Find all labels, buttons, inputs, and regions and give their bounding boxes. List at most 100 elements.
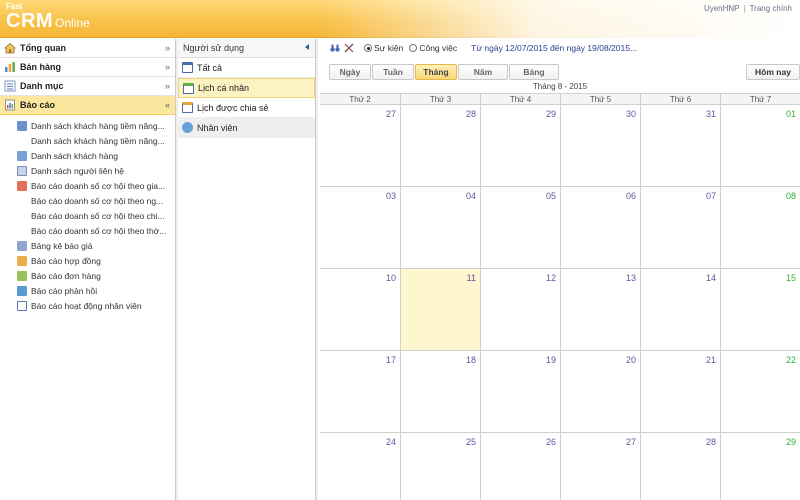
- report-item-label: Báo cáo doanh số cơ hội theo thờ...: [31, 225, 167, 236]
- calendar-day-cell[interactable]: 11: [400, 269, 480, 350]
- activity-icon: [17, 300, 27, 311]
- calendar-day-cell[interactable]: 28: [400, 105, 480, 186]
- calendar-day-cell[interactable]: 03: [320, 187, 400, 268]
- report-item[interactable]: Bảng kê báo giá: [0, 238, 175, 253]
- calendar-day-cell[interactable]: 21: [640, 351, 720, 432]
- calendar-day-cell[interactable]: 24: [320, 433, 400, 500]
- calendar-filter-all[interactable]: Tất cả: [178, 58, 315, 78]
- today-button[interactable]: Hôm nay: [746, 64, 800, 80]
- weekday-label: Thứ 4: [480, 94, 560, 104]
- sidebar-item-reports[interactable]: Báo cáo «: [0, 96, 175, 115]
- user-panel: Người sử dụng Tất cả Lịch cá nhân Lịch đ…: [178, 39, 316, 500]
- view-week-button[interactable]: Tuần: [372, 64, 414, 80]
- report-item[interactable]: Báo cáo doanh số cơ hội theo gia...: [0, 178, 175, 193]
- user-link[interactable]: UyenHNP: [704, 4, 740, 13]
- calendar-week-row: 10 11 12 13 14 15: [320, 269, 800, 351]
- calendar-day-cell[interactable]: 19: [480, 351, 560, 432]
- calendar-day-cell[interactable]: 29: [720, 433, 800, 500]
- calendar-filter-label: Nhân viên: [197, 122, 238, 133]
- chevron-down-icon[interactable]: »: [165, 43, 170, 53]
- calendar-day-cell[interactable]: 08: [720, 187, 800, 268]
- weekday-label: Thứ 7: [720, 94, 800, 104]
- top-links: UyenHNP | Trang chính: [704, 4, 792, 13]
- month-title: Tháng 8 - 2015: [532, 82, 588, 91]
- tools-icon[interactable]: [344, 43, 354, 53]
- report-item[interactable]: Báo cáo doanh số cơ hội theo ng...: [0, 193, 175, 208]
- report-item[interactable]: Danh sách khách hàng tiềm năng...: [0, 118, 175, 133]
- date-range-link[interactable]: Từ ngày 12/07/2015 đến ngày 19/08/2015..…: [471, 43, 637, 53]
- task-radio[interactable]: [409, 44, 418, 52]
- calendar-week-row: 27 28 29 30 31 01: [320, 105, 800, 187]
- calendar-day-cell[interactable]: 13: [560, 269, 640, 350]
- calendar-day-cell[interactable]: 27: [560, 433, 640, 500]
- report-submenu: Danh sách khách hàng tiềm năng... Danh s…: [0, 115, 175, 313]
- list-icon: [17, 120, 27, 131]
- calendar-day-cell[interactable]: 01: [720, 105, 800, 186]
- report-item-label: Danh sách người liên hệ: [31, 165, 125, 176]
- chevron-up-icon[interactable]: «: [165, 100, 170, 110]
- report-item[interactable]: Báo cáo doanh số cơ hội theo thờ...: [0, 223, 175, 238]
- calendar-day-cell[interactable]: 10: [320, 269, 400, 350]
- report-item[interactable]: Danh sách khách hàng: [0, 148, 175, 163]
- report-item-label: Báo cáo hoạt động nhân viên: [31, 300, 142, 311]
- report-item-label: Báo cáo doanh số cơ hội theo chi...: [31, 210, 165, 221]
- panel-splitter[interactable]: [316, 39, 318, 500]
- contract-icon: [17, 255, 27, 266]
- binoculars-icon[interactable]: [330, 43, 340, 53]
- calendar-weeks: 27 28 29 30 31 01 03 04 05 06 07 08 10 11 12 13 14 15 17 18…: [320, 105, 800, 500]
- calendar-day-cell[interactable]: 28: [640, 433, 720, 500]
- calendar-day-cell[interactable]: 30: [560, 105, 640, 186]
- shared-calendar-icon: [182, 102, 193, 113]
- calendar-day-cell[interactable]: 22: [720, 351, 800, 432]
- calendar-day-cell[interactable]: 17: [320, 351, 400, 432]
- calendar-filter-personal[interactable]: Lịch cá nhân: [178, 78, 315, 98]
- calendar-day-cell[interactable]: 18: [400, 351, 480, 432]
- user-panel-header: Người sử dụng: [178, 39, 315, 58]
- sidebar-item-catalog[interactable]: Danh mục »: [0, 77, 175, 96]
- calendar-day-cell[interactable]: 05: [480, 187, 560, 268]
- report-item[interactable]: Báo cáo hợp đồng: [0, 253, 175, 268]
- calendar-day-cell[interactable]: 12: [480, 269, 560, 350]
- home-link[interactable]: Trang chính: [750, 4, 792, 13]
- calendar-day-cell[interactable]: 20: [560, 351, 640, 432]
- calendar-filter-employees[interactable]: Nhân viên: [178, 118, 315, 138]
- report-item-label: Báo cáo phản hồi: [31, 285, 98, 296]
- calendar-day-cell[interactable]: 27: [320, 105, 400, 186]
- report-item[interactable]: Báo cáo đơn hàng: [0, 268, 175, 283]
- calendar-day-cell[interactable]: 31: [640, 105, 720, 186]
- employees-icon: [182, 122, 193, 133]
- view-year-button[interactable]: Năm: [458, 64, 508, 80]
- calendar-day-cell[interactable]: 29: [480, 105, 560, 186]
- calendar-day-cell[interactable]: 14: [640, 269, 720, 350]
- sidebar-item-label: Báo cáo: [20, 100, 56, 110]
- calendar-day-cell[interactable]: 06: [560, 187, 640, 268]
- customers-icon: [17, 150, 27, 161]
- view-day-button[interactable]: Ngày: [329, 64, 371, 80]
- event-radio[interactable]: [364, 44, 372, 52]
- app-logo[interactable]: Fast CRM Online: [6, 3, 90, 32]
- calendar-filter-shared[interactable]: Lịch được chia sẻ: [178, 98, 315, 118]
- calendar-day-cell[interactable]: 15: [720, 269, 800, 350]
- chevron-down-icon[interactable]: »: [165, 62, 170, 72]
- order-icon: [17, 270, 27, 281]
- calendar-day-cell[interactable]: 07: [640, 187, 720, 268]
- calendar-day-cell[interactable]: 25: [400, 433, 480, 500]
- report-item[interactable]: Báo cáo doanh số cơ hội theo chi...: [0, 208, 175, 223]
- view-table-button[interactable]: Bảng: [509, 64, 559, 80]
- calendar-day-cell[interactable]: 04: [400, 187, 480, 268]
- month-grid: Thứ 2 Thứ 3 Thứ 4 Thứ 5 Thứ 6 Thứ 7 27 28…: [320, 93, 800, 500]
- report-item[interactable]: Báo cáo phản hồi: [0, 283, 175, 298]
- view-month-button[interactable]: Tháng: [415, 64, 457, 80]
- report-item-label: Bảng kê báo giá: [31, 240, 93, 251]
- sidebar-item-label: Danh mục: [20, 81, 64, 91]
- report-item[interactable]: Báo cáo hoạt động nhân viên: [0, 298, 175, 313]
- calendar-day-cell[interactable]: 26: [480, 433, 560, 500]
- report-item[interactable]: Danh sách người liên hệ: [0, 163, 175, 178]
- view-switcher: Ngày Tuần Tháng Năm Bảng: [329, 64, 560, 80]
- report-item-label: Báo cáo doanh số cơ hội theo ng...: [31, 195, 164, 206]
- chevron-down-icon[interactable]: »: [165, 81, 170, 91]
- sidebar-item-overview[interactable]: Tổng quan »: [0, 39, 175, 58]
- collapse-left-icon[interactable]: [305, 44, 309, 50]
- sidebar-item-sales[interactable]: Bán hàng »: [0, 58, 175, 77]
- report-item[interactable]: Danh sách khách hàng tiềm năng...: [0, 133, 175, 148]
